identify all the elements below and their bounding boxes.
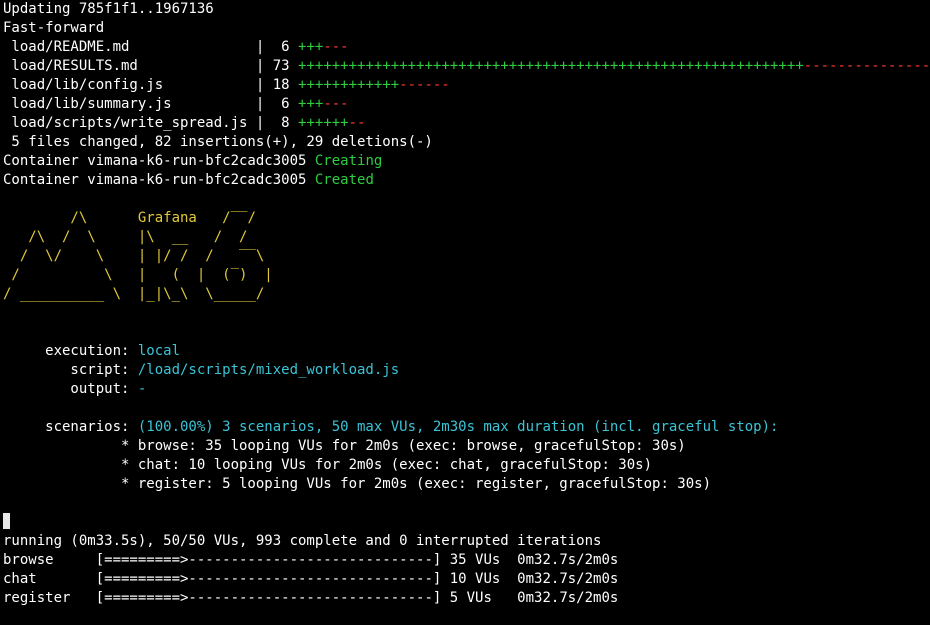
text-cursor[interactable]	[3, 513, 10, 529]
diffstat-count: 6	[281, 96, 290, 112]
diffstat-insertions: +++	[298, 96, 324, 112]
diffstat-row: load/README.md | 6 +++---	[3, 38, 930, 57]
cursor-line	[3, 513, 930, 532]
output-label: output:	[3, 381, 138, 397]
scenario-item: * browse: 35 looping VUs for 2m0s (exec:…	[3, 438, 686, 454]
diffstat-file: load/lib/config.js	[3, 77, 248, 93]
scenario-progress-row: chat [=========>------------------------…	[3, 570, 930, 589]
script-label: script:	[3, 362, 138, 378]
git-updating-line: Updating 785f1f1..1967136	[3, 1, 214, 17]
k6-logo-banner: /\ Grafana /‾‾/ /\ / \ |\ __ / / / \/ \ …	[3, 209, 930, 304]
scenarios-line: scenarios: (100.00%) 3 scenarios, 50 max…	[3, 418, 930, 437]
diffstat-deletions: ---	[323, 96, 349, 112]
container-status: Creating	[314, 153, 383, 169]
banner-line: /\ Grafana /‾‾/	[3, 210, 256, 226]
output-value: -	[137, 381, 147, 397]
diffstat-row: load/scripts/write_spread.js | 8 ++++++-…	[3, 114, 930, 133]
container-status-line: Container vimana-k6-run-bfc2cadc3005 Cre…	[3, 171, 930, 190]
diffstat-separator: |	[247, 58, 273, 74]
container-name: Container vimana-k6-run-bfc2cadc3005	[3, 172, 315, 188]
diffstat-count: 6	[281, 39, 290, 55]
diffstat-count: 18	[272, 77, 290, 93]
scenario-progress-name: chat	[3, 571, 96, 587]
script-line: script: /load/scripts/mixed_workload.js	[3, 361, 930, 380]
scenario-progress-vus: 35 VUs	[441, 552, 501, 568]
scenario-item: * register: 5 looping VUs for 2m0s (exec…	[3, 476, 712, 492]
diffstat-summary: 5 files changed, 82 insertions(+), 29 de…	[3, 134, 433, 150]
scenarios-label: scenarios:	[3, 419, 138, 435]
scenario-progress-bar: [=========>-----------------------------…	[95, 571, 442, 587]
diffstat-file: load/lib/summary.js	[3, 96, 248, 112]
diffstat-count: 8	[281, 115, 290, 131]
banner-line: / \ | ( | (‾) |	[3, 267, 273, 283]
diffstat-file: load/README.md	[3, 39, 248, 55]
scenario-progress-bar: [=========>-----------------------------…	[95, 552, 442, 568]
diffstat-insertions: ++++++++++++	[298, 77, 400, 93]
output-line: output: -	[3, 380, 930, 399]
running-status-line: running (0m33.5s), 50/50 VUs, 993 comple…	[3, 533, 602, 549]
diffstat-separator: |	[247, 96, 282, 112]
banner-line: /\ / \ |\ __ / /	[3, 229, 248, 245]
scenario-progress-time: 0m32.7s/2m0s	[500, 552, 619, 568]
scenario-progress-row: register [=========>--------------------…	[3, 589, 930, 608]
diffstat-insertions: ++++++	[298, 115, 349, 131]
scenario-item: * chat: 10 looping VUs for 2m0s (exec: c…	[3, 457, 653, 473]
diffstat-deletions: --	[348, 115, 366, 131]
container-name: Container vimana-k6-run-bfc2cadc3005	[3, 153, 315, 169]
terminal-window[interactable]: Updating 785f1f1..1967136 Fast-forward l…	[0, 0, 930, 625]
git-fast-forward-line: Fast-forward	[3, 20, 105, 36]
grafana-label: Grafana	[137, 210, 197, 226]
diffstat-deletions: ---	[323, 39, 349, 55]
banner-line: / __________ \ |_|\_\ \_____/	[3, 286, 265, 302]
execution-line: execution: local	[3, 342, 930, 361]
scenario-progress-time: 0m32.7s/2m0s	[500, 571, 619, 587]
diffstat-insertions: ++++++++++++++++++++++++++++++++++++++++…	[298, 58, 804, 74]
diffstat-count: 73	[272, 58, 290, 74]
scenario-progress-name: browse	[3, 552, 96, 568]
scenario-progress-bar: [=========>-----------------------------…	[95, 590, 442, 606]
execution-label: execution:	[3, 343, 138, 359]
diffstat-deletions: ------	[399, 77, 450, 93]
container-status: Created	[314, 172, 374, 188]
diffstat-file: load/scripts/write_spread.js	[3, 115, 248, 131]
scenario-progress-name: register	[3, 590, 96, 606]
banner-line: / \/ \ | |/ / / ‾‾\	[3, 248, 265, 264]
diffstat-deletions: ----------------	[803, 58, 930, 74]
scenarios-value: (100.00%) 3 scenarios, 50 max VUs, 2m30s…	[137, 419, 779, 435]
scenario-progress-vus: 5 VUs	[441, 590, 501, 606]
scenario-progress-vus: 10 VUs	[441, 571, 501, 587]
diffstat-row: load/lib/summary.js | 6 +++---	[3, 95, 930, 114]
script-value: /load/scripts/mixed_workload.js	[137, 362, 400, 378]
diffstat-row: load/RESULTS.md | 73 +++++++++++++++++++…	[3, 57, 930, 76]
scenario-progress-row: browse [=========>----------------------…	[3, 551, 930, 570]
scenario-progress-time: 0m32.7s/2m0s	[500, 590, 619, 606]
container-status-line: Container vimana-k6-run-bfc2cadc3005 Cre…	[3, 152, 930, 171]
diffstat-separator: |	[247, 77, 273, 93]
diffstat-row: load/lib/config.js | 18 ++++++++++++----…	[3, 76, 930, 95]
diffstat-file: load/RESULTS.md	[3, 58, 248, 74]
execution-value: local	[137, 343, 181, 359]
diffstat-insertions: +++	[298, 39, 324, 55]
diffstat-separator: |	[247, 115, 282, 131]
diffstat-separator: |	[247, 39, 282, 55]
